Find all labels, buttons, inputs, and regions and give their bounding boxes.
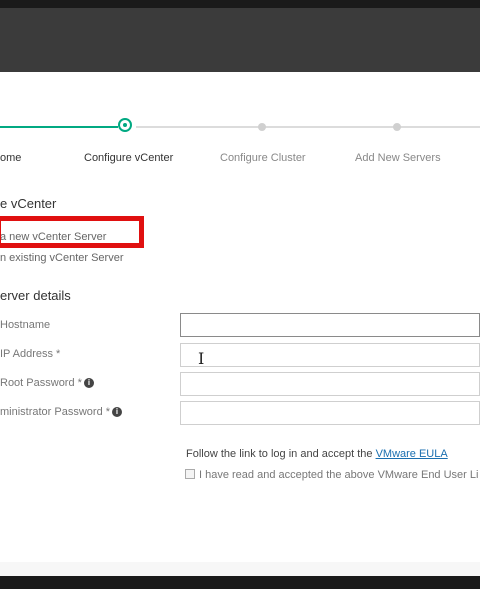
vcenter-section-title: e vCenter (0, 196, 57, 211)
step-label-add-new-servers[interactable]: Add New Servers (355, 152, 441, 164)
server-details-title: erver details (0, 288, 71, 303)
highlight-annotation-box (0, 216, 144, 248)
info-icon[interactable]: i (112, 407, 123, 418)
text-cursor-icon: I (198, 349, 205, 368)
option-existing-vcenter[interactable]: n existing vCenter Server (0, 252, 124, 264)
eula-prefix: Follow the link to log in and accept the (186, 448, 376, 460)
hostname-label: Hostname (0, 319, 51, 331)
hostname-input[interactable] (180, 313, 480, 337)
root-password-label-group: Root Password * i (0, 377, 94, 389)
info-icon[interactable]: i (83, 378, 94, 389)
app-window: ome Configure vCenter Configure Cluster … (0, 8, 480, 576)
eula-link[interactable]: VMware EULA (376, 448, 448, 460)
stepper-progress-done (0, 126, 118, 128)
eula-checkbox[interactable] (185, 469, 195, 479)
step-current-dot (123, 123, 127, 127)
step-label-home[interactable]: ome (0, 152, 21, 164)
top-bar (0, 8, 480, 72)
step-label-configure-cluster[interactable]: Configure Cluster (220, 152, 306, 164)
eula-checkbox-label[interactable]: I have read and accepted the above VMwar… (199, 469, 478, 481)
admin-password-label: ministrator Password * (0, 406, 111, 418)
bottom-strip (0, 562, 480, 576)
eula-instructions: Follow the link to log in and accept the… (186, 448, 448, 460)
stepper-progress-remaining (136, 126, 480, 128)
root-password-input[interactable] (180, 372, 480, 396)
wizard-content: ome Configure vCenter Configure Cluster … (0, 72, 480, 576)
step-current-indicator (118, 118, 132, 132)
ip-address-input[interactable] (180, 343, 480, 367)
admin-password-label-group: ministrator Password * i (0, 406, 123, 418)
ip-address-label: IP Address * (0, 348, 61, 360)
step-label-configure-vcenter[interactable]: Configure vCenter (84, 152, 173, 164)
step-indicator-configure-cluster (258, 123, 266, 131)
step-indicator-add-new-servers (393, 123, 401, 131)
admin-password-input[interactable] (180, 401, 480, 425)
root-password-label: Root Password * (0, 377, 82, 389)
